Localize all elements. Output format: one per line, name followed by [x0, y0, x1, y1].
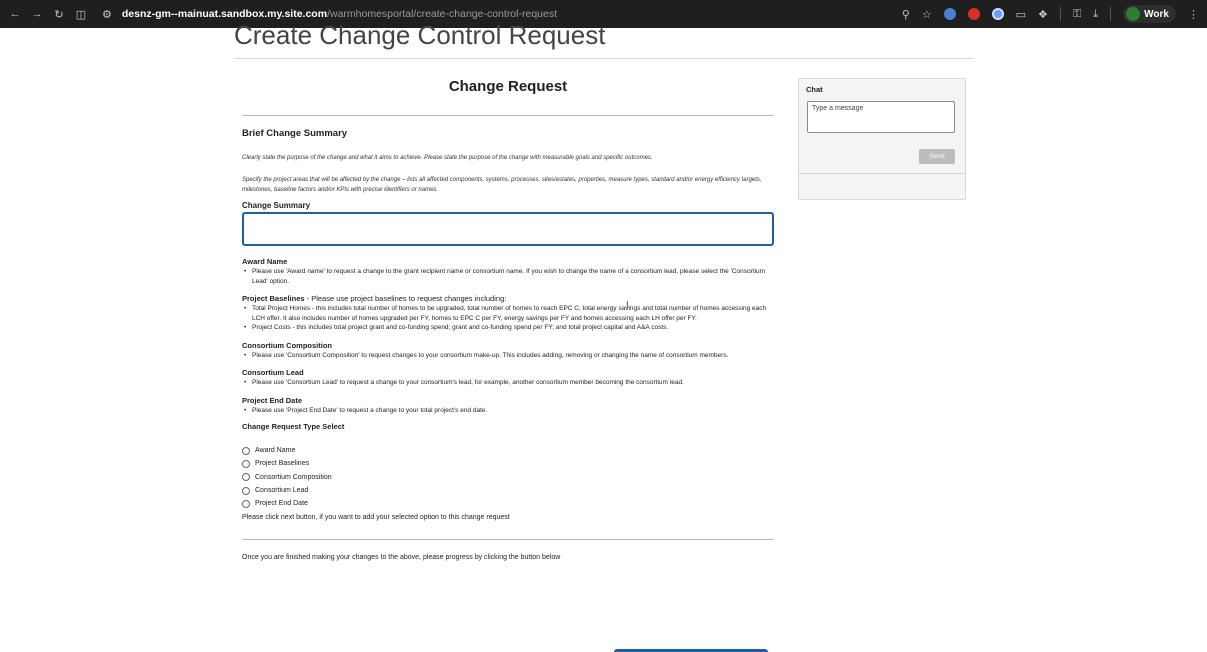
extension-active-icon[interactable] [991, 8, 1004, 20]
consortium-composition-section: Consortium Composition Please use 'Conso… [242, 341, 774, 361]
consortium-lead-heading: Consortium Lead [242, 368, 304, 377]
radio-circle-icon[interactable] [242, 459, 250, 468]
project-homes-bullet: Total Project Homes - this includes tota… [242, 304, 774, 323]
page-title-text: Create Change Control Request [234, 22, 606, 50]
radio-circle-icon[interactable] [242, 499, 250, 508]
project-costs-bullet: Project Costs - this includes total proj… [242, 323, 774, 333]
extensions-puzzle-icon[interactable]: ❖ [1038, 8, 1048, 21]
more-menu-icon[interactable]: ⋮ [1188, 8, 1199, 21]
form-divider [242, 539, 774, 541]
radio-award-name[interactable]: Award Name [242, 444, 774, 457]
tab-search-icon[interactable]: ◫ [74, 7, 88, 21]
profile-button[interactable]: Work [1123, 5, 1176, 23]
chat-send-button[interactable]: Send [919, 149, 955, 164]
page-title: Create Change Control Request [234, 22, 974, 56]
change-type-radio-group: Award Name Project Baselines Consortium … [242, 444, 774, 510]
consortium-composition-bullet: Please use 'Consortium Composition' to r… [242, 351, 774, 361]
brief-summary-areas-text: Specify the project areas that will be a… [242, 177, 762, 193]
progress-note: Once you are finished making your change… [242, 554, 561, 562]
project-baselines-heading: Project Baselines - Please use project b… [242, 294, 774, 304]
radio-label: Project Baselines [255, 460, 310, 468]
consortium-composition-heading: Consortium Composition [242, 340, 332, 350]
password-key-icon[interactable]: ⚿ [1073, 8, 1081, 21]
change-request-form: Change Request Brief Change Summary Clea… [242, 76, 774, 561]
bookmark-star-icon[interactable]: ☆ [922, 8, 932, 21]
radio-label: Consortium Lead [255, 487, 309, 495]
site-settings-icon[interactable]: ⚙ [102, 8, 112, 21]
download-icon[interactable]: ⤓ [1093, 8, 1098, 21]
zoom-icon[interactable]: ⚲ [902, 8, 910, 21]
extension-icon[interactable] [943, 8, 956, 20]
chat-divider [799, 173, 965, 174]
award-name-section: Award Name Please use 'Award name' to re… [242, 257, 774, 286]
award-name-heading: Award Name [242, 257, 288, 266]
forward-icon[interactable]: → [30, 7, 44, 21]
address-bar[interactable]: desnz-gm--mainuat.sandbox.my.site.com/wa… [122, 8, 557, 20]
text-cursor-icon: I [626, 300, 629, 311]
project-baselines-title: Project Baselines [242, 294, 305, 303]
radio-circle-icon[interactable] [242, 473, 250, 482]
header-divider [234, 58, 974, 59]
radio-project-end-date[interactable]: Project End Date [242, 497, 774, 510]
cast-icon[interactable]: ▭ [1016, 8, 1026, 21]
project-baselines-intro: - Please use project baselines to reques… [304, 294, 507, 303]
radio-consortium-lead[interactable]: Consortium Lead [242, 484, 774, 497]
url-path: /warmhomesportal/create-change-control-r… [327, 8, 558, 20]
radio-consortium-composition[interactable]: Consortium Composition [242, 471, 774, 484]
form-title: Change Request [448, 78, 568, 95]
chat-message-input[interactable] [807, 101, 955, 133]
next-button-note: Please click next button, if you want to… [242, 514, 510, 522]
form-divider [242, 115, 774, 116]
consortium-lead-section: Consortium Lead Please use 'Consortium L… [242, 368, 774, 388]
radio-circle-icon[interactable] [242, 446, 250, 455]
extension-badge-icon[interactable] [967, 8, 980, 20]
profile-avatar [1126, 7, 1141, 21]
radio-label: Project End Date [255, 500, 308, 508]
award-name-bullet: Please use 'Award name' to request a cha… [242, 267, 774, 286]
project-end-date-heading: Project End Date [242, 395, 303, 405]
change-summary-label: Change Summary [242, 201, 311, 210]
radio-circle-icon[interactable] [242, 486, 250, 495]
profile-label: Work [1144, 8, 1169, 20]
radio-label: Award Name [255, 447, 296, 455]
project-baselines-section: Project Baselines - Please use project b… [242, 294, 774, 333]
radio-label: Consortium Composition [255, 473, 332, 481]
type-select-heading: Change Request Type Select [242, 422, 345, 431]
project-end-date-bullet: Please use 'Project End Date' to request… [242, 406, 774, 416]
brief-summary-purpose-text: Clearly state the purpose of the change … [242, 155, 653, 161]
project-end-date-section: Project End Date Please use 'Project End… [242, 396, 774, 416]
reload-icon[interactable]: ↻ [52, 7, 66, 21]
radio-project-baselines[interactable]: Project Baselines [242, 457, 774, 470]
chat-panel: Chat Send [798, 78, 966, 200]
url-host: desnz-gm--mainuat.sandbox.my.site.com [121, 8, 328, 20]
chat-title: Chat [806, 85, 823, 94]
toolbar-divider [1110, 7, 1112, 21]
toolbar-divider [1059, 7, 1061, 21]
back-icon[interactable]: ← [8, 7, 22, 21]
consortium-lead-bullet: Please use 'Consortium Lead' to request … [242, 378, 774, 388]
brief-summary-heading: Brief Change Summary [242, 128, 348, 139]
change-summary-input[interactable] [242, 212, 774, 246]
